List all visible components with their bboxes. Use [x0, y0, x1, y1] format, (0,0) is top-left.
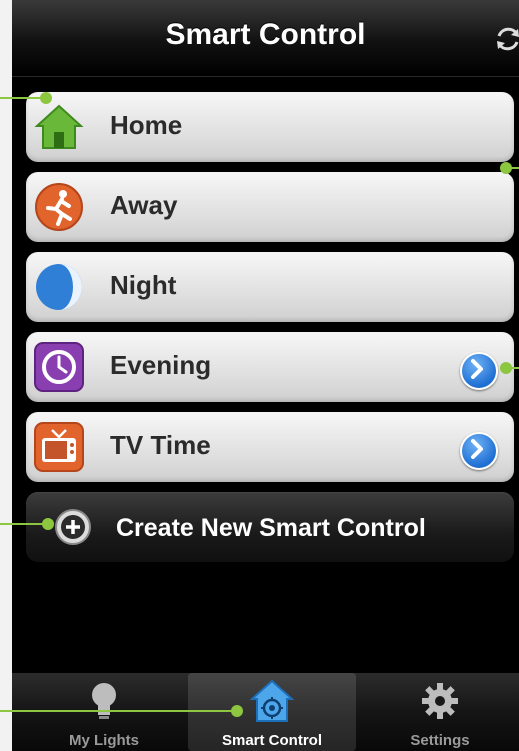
callout-line — [0, 523, 48, 525]
chevron-right-icon — [471, 439, 483, 459]
row-label: Home — [110, 110, 183, 140]
callout-dot — [40, 92, 52, 104]
phone-screen: Smart Control Home Away Night Evening TV… — [12, 0, 519, 751]
smart-control-evening[interactable]: Evening — [26, 332, 514, 402]
tab-smart-control[interactable]: Smart Control — [188, 673, 356, 751]
create-label: Create New Smart Control — [116, 514, 426, 542]
disclosure-button[interactable] — [460, 352, 498, 390]
gear-icon — [422, 683, 458, 719]
page-title: Smart Control — [165, 18, 366, 51]
callout-line — [0, 710, 236, 712]
tv-icon — [34, 422, 84, 472]
tab-label: Settings — [410, 732, 470, 749]
create-smart-control-button[interactable]: Create New Smart Control — [26, 492, 514, 562]
running-man-icon — [35, 183, 83, 231]
smart-control-home[interactable]: Home — [26, 92, 514, 162]
disclosure-button[interactable] — [460, 432, 498, 470]
smart-control-night[interactable]: Night — [26, 252, 514, 322]
row-label: Evening — [110, 350, 212, 380]
callout-dot — [42, 518, 54, 530]
tab-my-lights[interactable]: My Lights — [20, 673, 188, 751]
callout-dot — [500, 162, 512, 174]
callout-line — [0, 97, 44, 99]
refresh-icon[interactable] — [493, 24, 519, 54]
clock-icon — [34, 342, 84, 392]
row-label: Away — [110, 190, 178, 220]
smart-control-away[interactable]: Away — [26, 172, 514, 242]
smart-control-tv-time[interactable]: TV Time — [26, 412, 514, 482]
tab-label: Smart Control — [221, 732, 322, 749]
tab-bar: My Lights Smart Control Settings — [12, 673, 519, 751]
add-circle-icon — [55, 509, 91, 545]
smart-home-icon — [250, 679, 294, 722]
tab-settings[interactable]: Settings — [356, 673, 519, 751]
callout-dot — [500, 362, 512, 374]
callout-dot — [231, 705, 243, 717]
navigation-bar: Smart Control — [12, 0, 519, 77]
row-label: TV Time — [110, 430, 211, 460]
lightbulb-icon — [92, 683, 116, 719]
moon-icon — [36, 264, 82, 310]
house-icon — [34, 104, 84, 149]
tab-label: My Lights — [69, 732, 139, 749]
chevron-right-icon — [471, 359, 483, 379]
row-label: Night — [110, 270, 177, 300]
